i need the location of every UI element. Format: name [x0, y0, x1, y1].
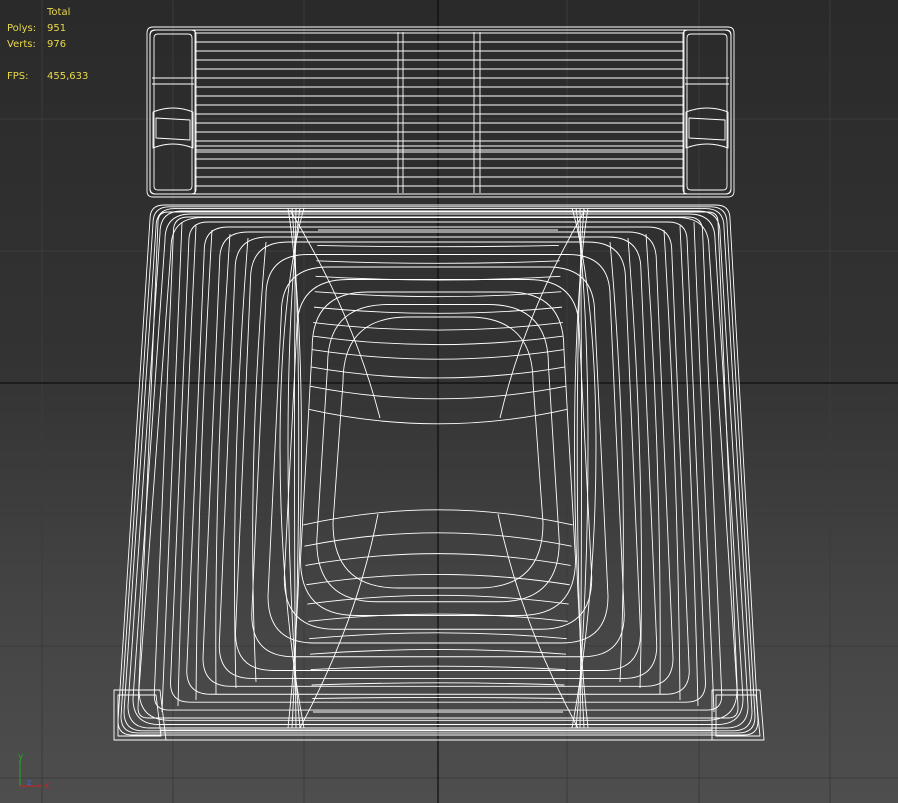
seat-flow-edge: [308, 408, 568, 425]
seat-dish-loop: [251, 254, 625, 658]
polys-value: 951: [47, 23, 67, 34]
seat-flow-edge: [312, 335, 564, 346]
seat-dish-loop: [235, 241, 641, 671]
seat-dish-loop: [316, 304, 560, 603]
y-axis-label: y: [18, 752, 24, 762]
seat-dish-loop: [300, 291, 576, 616]
fps-label: FPS:: [7, 71, 29, 82]
seat-flow-edge: [312, 696, 564, 699]
seat-flow-edge: [309, 385, 567, 400]
back-post: [682, 29, 732, 195]
seat-corner-edge: [289, 209, 381, 419]
back-post-bracket: [688, 117, 726, 141]
viewport-top[interactable]: Total Polys: 951 Verts: 976 FPS: 455,633…: [0, 0, 898, 803]
seat-dish-loop: [283, 279, 593, 630]
seat-flow-edge: [311, 682, 565, 686]
wireframe-model[interactable]: [0, 0, 898, 803]
backrest-outline: [146, 26, 735, 198]
seat-side-edge: [627, 237, 642, 689]
verts-label: Verts:: [7, 39, 36, 50]
seat-shell-loop: [132, 213, 744, 725]
back-post-bracket: [685, 107, 729, 149]
seat-side-edge: [234, 237, 249, 689]
seat-flow-edge: [316, 260, 560, 264]
seat-dish-loop: [153, 216, 723, 711]
verts-value: 976: [47, 39, 67, 50]
x-axis-label: x: [44, 781, 50, 791]
seat-flow-edge: [317, 244, 559, 248]
seat-dish-loop: [170, 221, 706, 703]
seat-flow-edge: [310, 366, 566, 379]
seat-flow-edge: [313, 306, 563, 314]
seat-dish-loop: [202, 231, 674, 687]
seat-dish-loop: [332, 316, 544, 589]
back-post-inner: [153, 33, 193, 191]
seat-shell-loop: [127, 210, 749, 729]
seat-flow-edge: [304, 532, 572, 547]
seat-side-edge: [252, 241, 267, 683]
axis-tripod-icon: y z x: [18, 752, 50, 791]
stats-header: Total: [47, 7, 71, 18]
fps-value: 455,633: [47, 71, 89, 82]
back-post-inner: [686, 33, 728, 191]
seat-shell-loop: [117, 204, 759, 736]
seat-flow-edge: [306, 574, 570, 586]
seat-side-edge: [609, 241, 624, 683]
back-post-bracket: [155, 117, 191, 141]
seat-flow-edge: [305, 553, 571, 566]
seat-dish-loop: [137, 211, 739, 719]
seat-corner-edge: [499, 209, 586, 419]
back-post: [149, 29, 197, 195]
seat-dish-loop: [218, 236, 658, 679]
seat-flow-edge: [310, 665, 566, 671]
seat-flow-edge: [303, 509, 573, 526]
seat-side-edge: [679, 225, 699, 707]
z-axis-label: z: [27, 778, 31, 787]
polys-label: Polys:: [7, 23, 37, 34]
seat-flow-edge: [311, 349, 565, 360]
back-post-bracket: [152, 107, 194, 149]
seat-side-edge: [177, 225, 197, 707]
seat-flow-edge: [309, 632, 567, 640]
backrest-inner-outline: [149, 29, 732, 195]
seat-flow-edge: [309, 649, 567, 655]
seat-shell-loop: [138, 217, 738, 721]
